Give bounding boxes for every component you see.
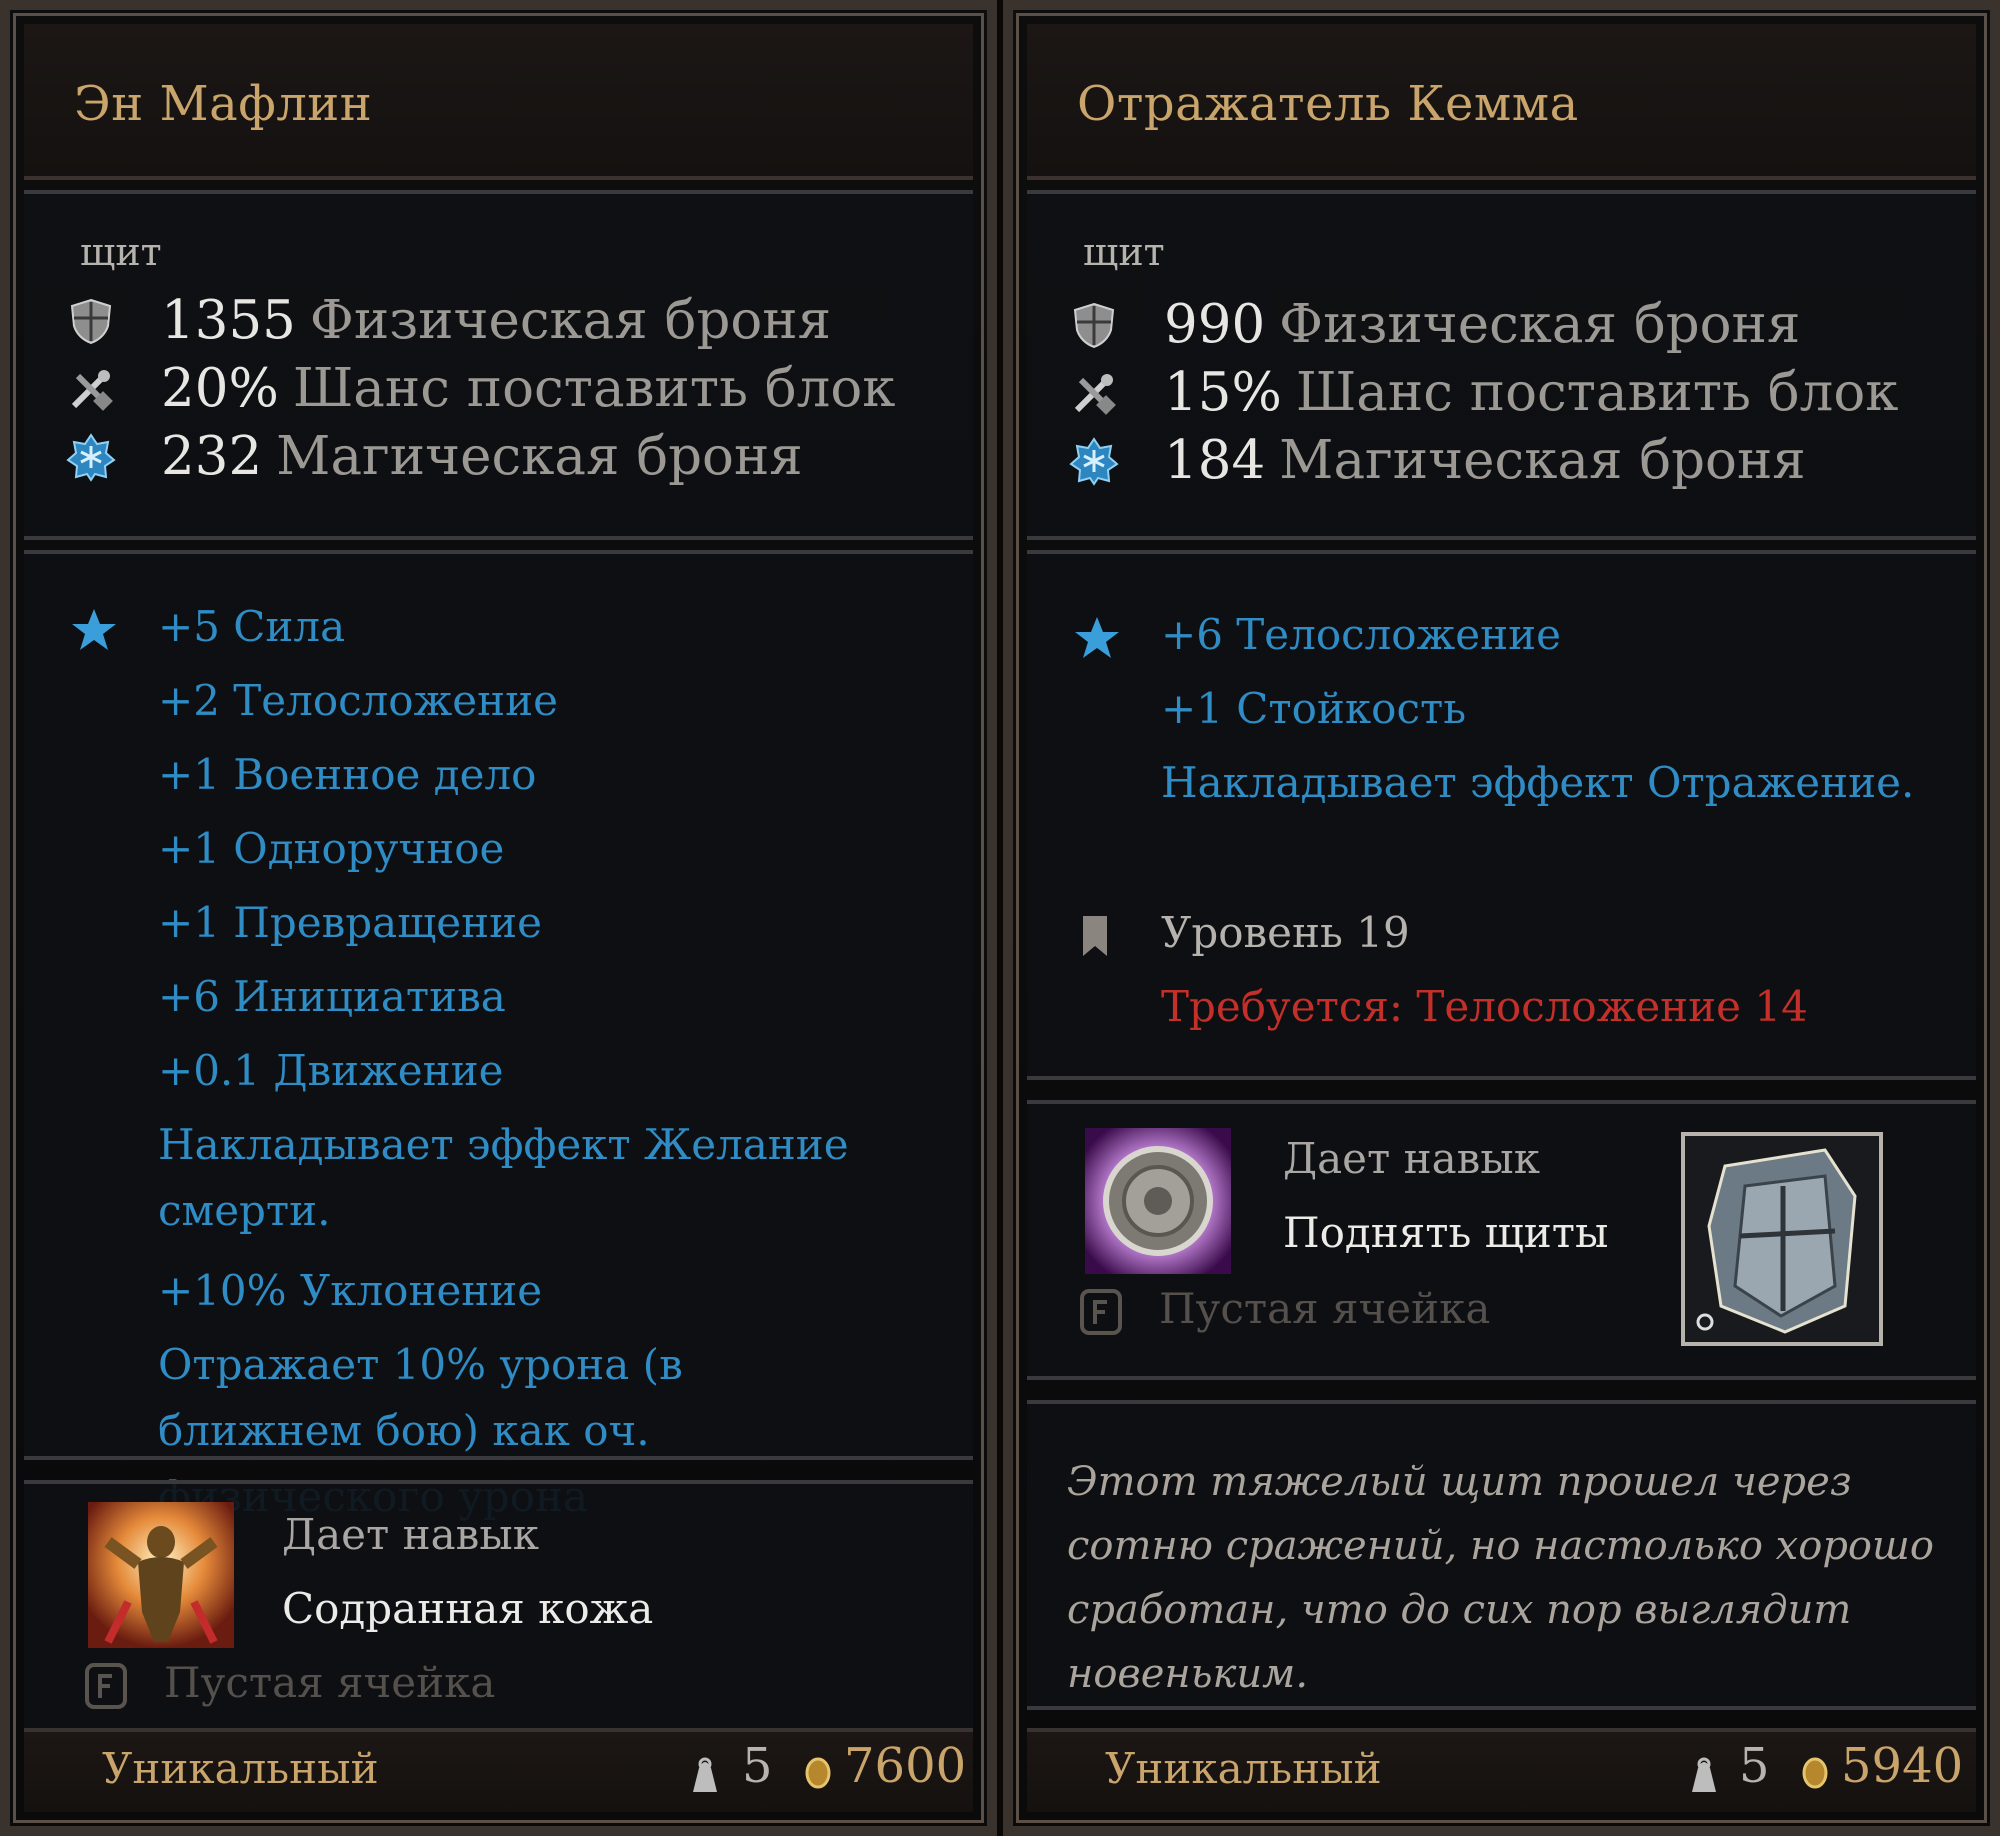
weight-value: 5 bbox=[742, 1738, 773, 1794]
bonus-line: +1 Одноручное bbox=[158, 824, 505, 873]
weight-icon bbox=[1692, 1757, 1716, 1792]
gold-coin-icon bbox=[1802, 1757, 1828, 1789]
bonus-line: +1 Военное дело bbox=[158, 750, 537, 799]
item-preview-frame[interactable] bbox=[1681, 1132, 1883, 1346]
flay-skin-skill-icon[interactable] bbox=[88, 1502, 234, 1648]
stat-label: Магическая броня bbox=[1279, 430, 1806, 491]
level-label: Уровень 19 bbox=[1161, 908, 1410, 957]
skill-name: Поднять щиты bbox=[1283, 1208, 1609, 1257]
item-type: щит bbox=[1083, 230, 1165, 274]
stat-physical-armor: 990 Физическая броня bbox=[1069, 294, 1800, 355]
stat-value: 232 bbox=[161, 426, 263, 487]
shield-icon bbox=[1069, 300, 1119, 350]
item-type: щит bbox=[80, 230, 162, 274]
item-title: Эн Мафлин bbox=[74, 76, 373, 132]
star-icon bbox=[1075, 617, 1119, 658]
rarity-label: Уникальный bbox=[102, 1744, 379, 1793]
shield-icon bbox=[66, 296, 116, 346]
stat-block-chance: 20% Шанс поставить блок bbox=[66, 358, 895, 419]
magic-armor-icon bbox=[1069, 436, 1119, 486]
stat-label: Шанс поставить блок bbox=[292, 358, 896, 419]
bonus-line: +6 Инициатива bbox=[158, 972, 506, 1021]
raise-shields-skill-icon[interactable] bbox=[1085, 1128, 1231, 1274]
empty-rune-slot-icon[interactable] bbox=[84, 1662, 128, 1710]
bonus-line: +10% Уклонение bbox=[158, 1266, 543, 1315]
stat-value: 15% bbox=[1164, 362, 1282, 423]
stat-label: Магическая броня bbox=[276, 426, 803, 487]
skill-name: Содранная кожа bbox=[282, 1584, 654, 1633]
bonus-line: Накладывает эффект Отражение. bbox=[1161, 758, 1915, 807]
item-tooltip-right: Отражатель Кемма щит 990 Физическая брон… bbox=[1003, 0, 2000, 1836]
footer: Уникальный 5 5940 bbox=[1027, 1728, 1976, 1812]
magic-armor-icon bbox=[66, 432, 116, 482]
stat-label: Физическая броня bbox=[309, 290, 832, 351]
bonus-line: +0.1 Движение bbox=[158, 1046, 504, 1095]
empty-slot-label: Пустая ячейка bbox=[1159, 1284, 1491, 1333]
bonus-line: +1 Стойкость bbox=[1161, 684, 1467, 733]
stat-value: 1355 bbox=[161, 290, 296, 351]
stat-value: 20% bbox=[161, 358, 279, 419]
bonus-line: +2 Телосложение bbox=[158, 676, 558, 725]
stat-label: Физическая броня bbox=[1279, 294, 1801, 355]
requirement-label: Требуется: Телосложение 14 bbox=[1161, 982, 1808, 1031]
stat-value: 990 bbox=[1164, 294, 1266, 355]
weight-value: 5 bbox=[1739, 1738, 1770, 1794]
gold-coin-icon bbox=[805, 1757, 831, 1789]
item-tooltip-left: Эн Мафлин щит 1355 Физическая броня 20% … bbox=[0, 0, 997, 1836]
stat-magic-armor: 232 Магическая броня bbox=[66, 426, 803, 487]
gold-value: 7600 bbox=[844, 1738, 967, 1794]
stat-label: Шанс поставить блок bbox=[1295, 362, 1899, 423]
footer: Уникальный 5 7600 bbox=[24, 1728, 973, 1812]
empty-slot-label: Пустая ячейка bbox=[164, 1658, 496, 1707]
empty-rune-slot-icon[interactable] bbox=[1079, 1288, 1123, 1336]
weight-icon bbox=[693, 1757, 717, 1792]
title-bar: Эн Мафлин bbox=[24, 24, 973, 180]
item-description: Этот тяжелый щит прошел через сотню сраж… bbox=[1067, 1459, 1934, 1697]
star-icon bbox=[72, 609, 116, 650]
bonus-line: +6 Телосложение bbox=[1161, 610, 1561, 659]
gold-value: 5940 bbox=[1841, 1738, 1964, 1794]
title-bar: Отражатель Кемма bbox=[1027, 24, 1976, 180]
stat-magic-armor: 184 Магическая броня bbox=[1069, 430, 1806, 491]
rarity-label: Уникальный bbox=[1105, 1744, 1382, 1793]
stat-value: 184 bbox=[1164, 430, 1266, 491]
item-title: Отражатель Кемма bbox=[1077, 76, 1579, 132]
bookmark-icon bbox=[1083, 916, 1107, 956]
block-icon bbox=[66, 364, 116, 414]
skill-label: Дает навык bbox=[282, 1510, 539, 1559]
bonus-line: Накладывает эффект Желание смерти. bbox=[158, 1120, 849, 1235]
bonus-line: +5 Сила bbox=[158, 602, 346, 651]
stat-block-chance: 15% Шанс поставить блок bbox=[1069, 362, 1898, 423]
stat-physical-armor: 1355 Физическая броня bbox=[66, 290, 831, 351]
bonus-line: +1 Превращение bbox=[158, 898, 542, 947]
block-icon bbox=[1069, 368, 1119, 418]
skill-label: Дает навык bbox=[1283, 1134, 1540, 1183]
shield-preview-icon bbox=[1696, 1148, 1857, 1334]
